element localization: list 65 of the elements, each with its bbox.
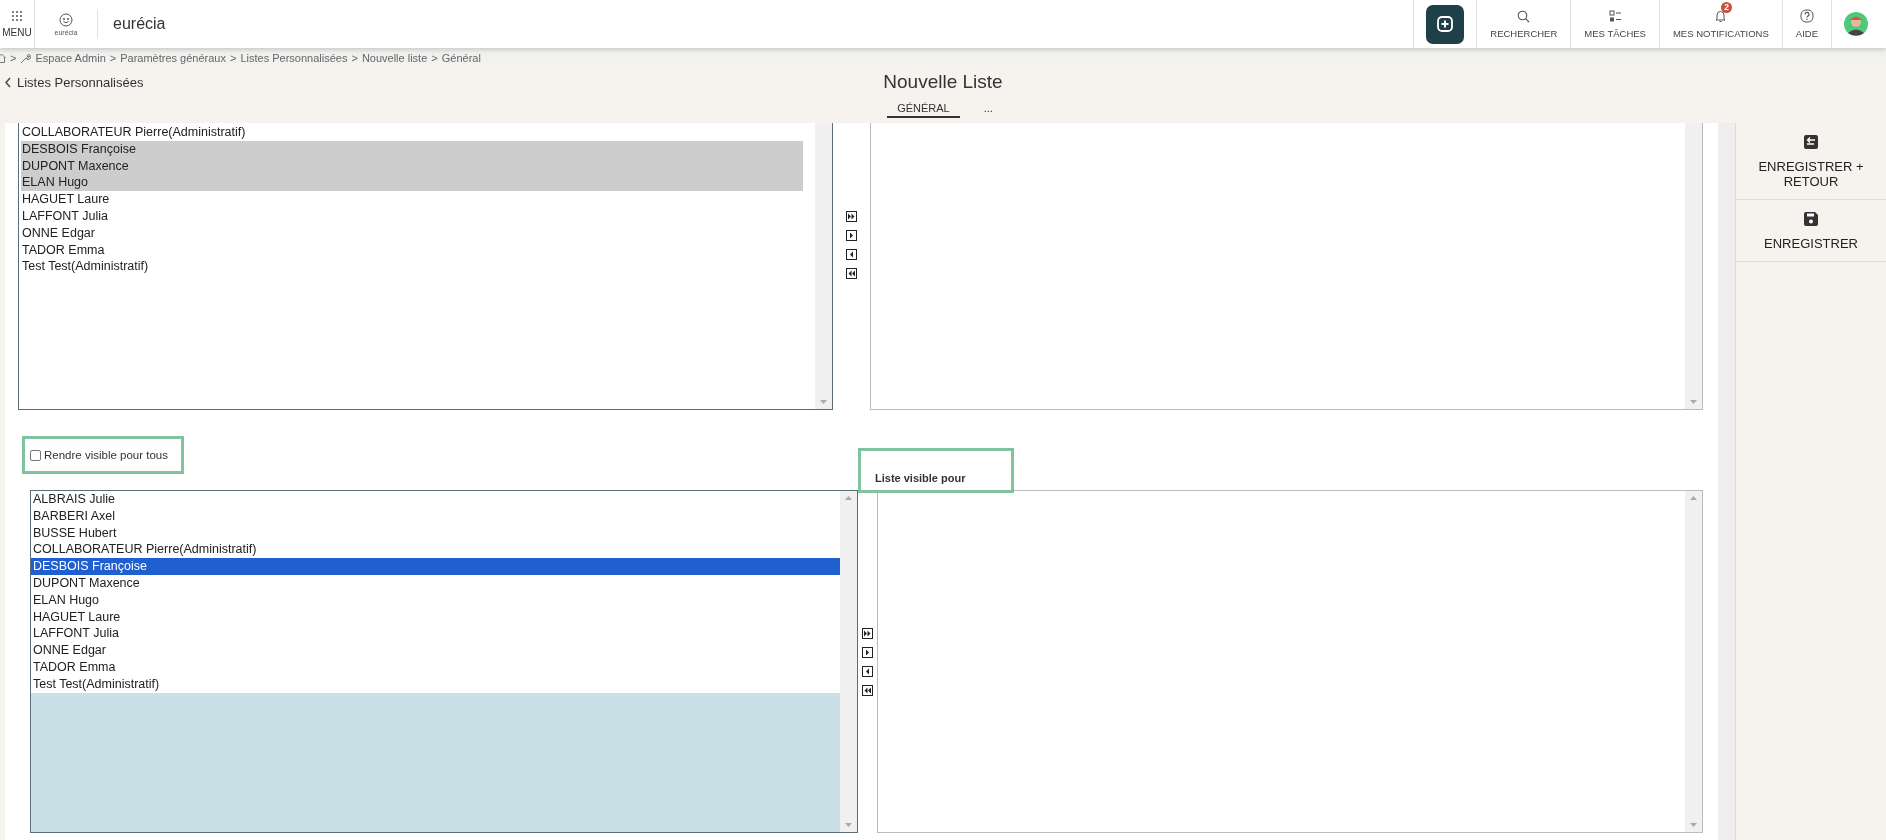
list-option[interactable]: LAFFONT Julia bbox=[21, 208, 803, 225]
wrench-icon bbox=[20, 52, 32, 64]
move-left-icon[interactable] bbox=[862, 666, 873, 677]
plus-icon bbox=[1437, 16, 1454, 32]
brand-name: eurécia bbox=[97, 9, 166, 39]
smiley-icon bbox=[59, 12, 73, 27]
page-title: Nouvelle Liste bbox=[883, 71, 1003, 93]
scrollbar[interactable] bbox=[1685, 491, 1702, 832]
back-link[interactable]: Listes Personnalisées bbox=[0, 74, 144, 90]
move-right-icon[interactable] bbox=[846, 230, 857, 241]
breadcrumb-separator: > bbox=[109, 52, 117, 64]
move-all-right-icon[interactable] bbox=[862, 628, 873, 639]
list-option[interactable]: ONNE Edgar bbox=[31, 642, 840, 659]
list-box[interactable] bbox=[870, 123, 1703, 410]
list-option[interactable]: DESBOIS Françoise bbox=[21, 140, 803, 158]
add-button[interactable] bbox=[1426, 4, 1465, 44]
breadcrumb-link[interactable]: Listes Personnalisées bbox=[240, 52, 348, 64]
move-left-icon[interactable] bbox=[846, 249, 857, 260]
scrollbar[interactable] bbox=[1718, 123, 1735, 840]
list-box[interactable]: COLLABORATEUR Pierre(Administratif) DESBOIS Françoise DUPONT Maxence ELAN Hugo HAGUET Laure LAFFONT Julia ONNE Edgar TADOR Emma Test Test(Administratif) bbox=[18, 123, 833, 410]
scrollbar[interactable] bbox=[1685, 123, 1702, 409]
list-option[interactable]: COLLABORATEUR Pierre(Administratif) bbox=[31, 541, 840, 559]
breadcrumb-separator: > bbox=[230, 52, 237, 64]
search-icon bbox=[1517, 9, 1531, 23]
breadcrumb-link[interactable]: Paramètres généraux bbox=[120, 52, 226, 64]
move-right-icon[interactable] bbox=[862, 647, 873, 658]
breadcrumb-link[interactable]: Général bbox=[441, 52, 481, 64]
tab[interactable]: GÉNÉRAL bbox=[887, 100, 960, 118]
list-option[interactable]: ALBRAIS Julie bbox=[31, 491, 840, 508]
scroll-up-icon[interactable] bbox=[1690, 496, 1697, 500]
avatar-icon[interactable] bbox=[1844, 12, 1868, 36]
grid-icon bbox=[11, 10, 23, 22]
move-all-left-icon[interactable] bbox=[862, 685, 873, 696]
list-option[interactable]: LAFFONT Julia bbox=[31, 625, 840, 643]
notification-count: 2 bbox=[1721, 2, 1733, 13]
list-label: Liste visible pour bbox=[875, 472, 966, 484]
list-option[interactable]: DESBOIS Françoise bbox=[31, 558, 840, 575]
list-option[interactable]: ELAN Hugo bbox=[21, 174, 803, 192]
move-all-left-icon[interactable] bbox=[846, 268, 857, 279]
scroll-down-icon[interactable] bbox=[845, 823, 852, 827]
list-option[interactable]: Test Test(Administratif) bbox=[21, 258, 803, 276]
list-option[interactable]: ONNE Edgar bbox=[21, 224, 803, 242]
breadcrumb-separator: > bbox=[10, 52, 17, 64]
tab[interactable]: ... bbox=[973, 100, 1003, 118]
help-icon bbox=[1799, 9, 1814, 23]
scroll-down-icon[interactable] bbox=[1690, 400, 1697, 404]
bell-icon bbox=[1714, 9, 1728, 23]
list-option[interactable]: COLLABORATEUR Pierre(Administratif) bbox=[21, 124, 803, 141]
move-all-right-icon[interactable] bbox=[846, 211, 857, 222]
chevron-left-icon bbox=[4, 76, 12, 88]
save-return-icon bbox=[1804, 135, 1818, 149]
scroll-down-icon[interactable] bbox=[820, 400, 827, 404]
visible-for-all-checkbox[interactable]: Rendre visible pour tous bbox=[30, 449, 168, 461]
checklist-icon bbox=[1608, 9, 1622, 23]
breadcrumb-separator: > bbox=[351, 52, 358, 64]
scrollbar[interactable] bbox=[840, 491, 857, 832]
breadcrumb-link[interactable]: Nouvelle liste bbox=[361, 52, 428, 64]
scroll-down-icon[interactable] bbox=[1690, 823, 1697, 827]
breadcrumb-link[interactable]: Espace Admin bbox=[35, 52, 106, 64]
scroll-up-icon[interactable] bbox=[845, 496, 852, 500]
list-option[interactable]: HAGUET Laure bbox=[21, 191, 803, 208]
list-box[interactable]: ALBRAIS Julie BARBERI Axel BUSSE Hubert COLLABORATEUR Pierre(Administratif) DESBOIS Françoise DUPONT Maxence ELAN Hugo HAGUET Laure LAFFONT Julia ONNE Edgar TADOR Emma Test Test(Administratif) bbox=[30, 490, 858, 833]
list-option[interactable]: TADOR Emma bbox=[21, 241, 803, 259]
breadcrumb-separator: > bbox=[431, 52, 438, 64]
scrollbar[interactable] bbox=[815, 123, 832, 409]
